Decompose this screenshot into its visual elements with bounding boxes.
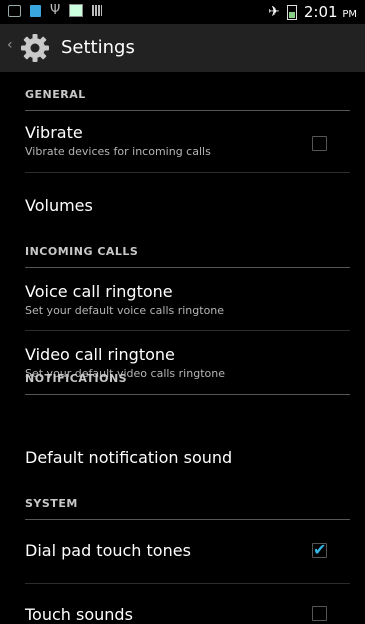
usb-icon: Ψ [50, 2, 61, 18]
section-header-general: GENERAL [25, 80, 350, 111]
bbm-icon [30, 4, 41, 17]
setting-touch-sounds-title: Touch sounds [25, 605, 133, 624]
clock-ampm: PM [342, 9, 357, 20]
back-caret-icon[interactable]: ‹ [7, 37, 13, 53]
status-bar: Ψ ✈ 2:01 PM [0, 0, 365, 24]
touch-sounds-checkbox[interactable] [312, 606, 327, 621]
setting-volumes-title: Volumes [25, 196, 93, 215]
setting-vibrate[interactable]: Vibrate Vibrate devices for incoming cal… [25, 123, 350, 158]
gear-icon[interactable] [19, 32, 51, 64]
status-notification-icons: Ψ [8, 2, 103, 18]
vibrate-checkbox[interactable] [312, 136, 327, 151]
section-header-notifications: NOTIFICATIONS [25, 364, 350, 395]
setting-vibrate-summary: Vibrate devices for incoming calls [25, 145, 211, 158]
setting-vibrate-title: Vibrate [25, 123, 83, 142]
divider [25, 330, 350, 331]
setting-default-notification-sound[interactable]: Default notification sound [25, 448, 350, 467]
voicemail-icon [8, 4, 21, 17]
status-system-icons: ✈ 2:01 PM [268, 3, 357, 21]
divider [25, 583, 350, 584]
setting-voice-call-ringtone-title: Voice call ringtone [25, 282, 173, 301]
setting-volumes[interactable]: Volumes [25, 196, 350, 215]
setting-voice-call-ringtone[interactable]: Voice call ringtone Set your default voi… [25, 282, 350, 317]
setting-video-call-ringtone-title: Video call ringtone [25, 345, 175, 364]
setting-touch-sounds[interactable]: Touch sounds [25, 605, 350, 624]
airplane-icon: ✈ [268, 4, 280, 20]
page-title: Settings [61, 37, 135, 58]
section-header-incoming-calls: INCOMING CALLS [25, 237, 350, 268]
divider [25, 172, 350, 173]
setting-dial-pad-touch-tones[interactable]: Dial pad touch tones [25, 541, 350, 560]
image-icon [69, 4, 84, 17]
setting-voice-call-ringtone-summary: Set your default voice calls ringtone [25, 304, 225, 317]
setting-dial-pad-touch-tones-title: Dial pad touch tones [25, 541, 191, 560]
clock: 2:01 PM [304, 3, 357, 21]
dial-pad-tones-checkbox[interactable]: ✔ [312, 540, 327, 559]
checkmark-icon: ✔ [313, 540, 327, 559]
setting-default-notification-sound-title: Default notification sound [25, 448, 233, 467]
battery-icon [286, 4, 297, 20]
barcode-icon [92, 5, 103, 16]
action-bar: ‹ Settings [0, 24, 365, 72]
clock-time: 2:01 [303, 3, 338, 21]
section-header-system: SYSTEM [25, 489, 350, 520]
